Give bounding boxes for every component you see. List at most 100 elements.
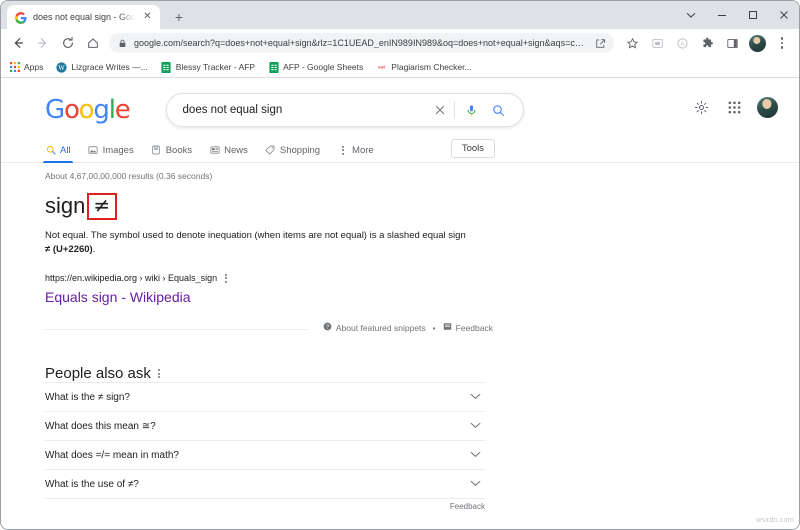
snippet-heading-prefix: sign	[45, 193, 85, 219]
tab-label: All	[60, 145, 71, 156]
tab-label: Shopping	[280, 145, 320, 156]
bookmark-label: AFP - Google Sheets	[283, 62, 363, 72]
chevron-down-icon[interactable]	[470, 479, 481, 489]
logo-letter: G	[45, 97, 64, 123]
paa-heading: People also ask	[45, 365, 485, 382]
help-circle-icon: ?	[323, 322, 332, 333]
book-icon	[151, 145, 162, 156]
google-favicon	[15, 11, 27, 23]
tab-news[interactable]: News	[209, 138, 248, 163]
window-controls	[675, 1, 799, 29]
tab-books[interactable]: Books	[151, 138, 192, 163]
snippet-body-bold: ≠ (U+2260)	[45, 244, 93, 255]
account-avatar[interactable]	[757, 97, 777, 117]
bookmark-afp-google-sheets[interactable]: AFP - Google Sheets	[268, 62, 363, 73]
back-icon[interactable]	[6, 31, 30, 55]
chrome-window-frame: does not equal sign - Google Se ✕ +	[0, 0, 800, 530]
google-header-actions	[691, 97, 777, 117]
google-apps-grid-icon[interactable]	[724, 97, 744, 117]
google-search-page: Google does not equal sign	[1, 79, 799, 529]
bookmark-apps[interactable]: Apps	[9, 62, 43, 73]
paa-question-row[interactable]: What is the use of ≠?	[45, 469, 485, 498]
profile-avatar[interactable]	[745, 31, 769, 55]
feedback-flag-icon	[443, 322, 452, 333]
result-options-kebab-icon[interactable]	[225, 274, 227, 283]
bookmark-star-icon[interactable]	[620, 31, 644, 55]
tab-label: News	[224, 145, 248, 156]
tab-label: Images	[103, 145, 134, 156]
gear-icon[interactable]	[691, 97, 711, 117]
chevron-down-icon[interactable]	[470, 421, 481, 431]
extensions-puzzle-icon[interactable]	[695, 31, 719, 55]
share-icon[interactable]	[594, 37, 606, 49]
reload-icon[interactable]	[56, 31, 80, 55]
svg-text:?: ?	[326, 325, 329, 331]
search-box[interactable]: does not equal sign	[166, 93, 524, 127]
feedback-link[interactable]: Feedback	[443, 322, 493, 333]
close-icon[interactable]	[768, 1, 799, 29]
paa-question-text: What is the use of ≠?	[45, 479, 139, 490]
new-tab-button[interactable]: +	[168, 6, 190, 28]
search-input[interactable]: does not equal sign	[183, 104, 430, 116]
tab-all[interactable]: All	[45, 138, 71, 163]
maximize-icon[interactable]	[737, 1, 768, 29]
media-cast-icon[interactable]	[645, 31, 669, 55]
tab-close-icon[interactable]: ✕	[141, 11, 154, 24]
about-featured-snippets-link[interactable]: ? About featured snippets	[323, 322, 426, 333]
snippet-body-text: Not equal. The symbol used to denote ine…	[45, 230, 466, 241]
search-results: About 4,67,00,00,000 results (0.36 secon…	[1, 163, 501, 511]
paa-question-text: What does this mean ≅?	[45, 421, 156, 432]
bookmark-label: Lizgrace Writes —...	[71, 62, 147, 72]
google-logo[interactable]: Google	[45, 97, 130, 123]
search-divider	[454, 101, 455, 119]
snippet-highlight-box: ≠	[87, 193, 117, 220]
paa-question-row[interactable]: What does =/= mean in math?	[45, 440, 485, 469]
paa-title: People also ask	[45, 365, 151, 382]
watermark: wsxdn.com	[756, 517, 794, 524]
address-bar[interactable]: google.com/search?q=does+not+equal+sign&…	[109, 33, 614, 53]
google-header: Google does not equal sign	[1, 79, 799, 127]
search-icon[interactable]	[489, 100, 509, 120]
clear-x-icon[interactable]	[430, 100, 450, 120]
paa-options-kebab-icon[interactable]	[158, 369, 160, 378]
browser-toolbar: google.com/search?q=does+not+equal+sign&…	[1, 29, 799, 57]
chrome-menu-icon[interactable]	[770, 31, 794, 55]
result-breadcrumb[interactable]: https://en.wikipedia.org › wiki › Equals…	[45, 273, 501, 283]
google-sheets-icon	[268, 62, 279, 73]
paa-question-text: What does =/= mean in math?	[45, 450, 179, 461]
paa-question-row[interactable]: What does this mean ≅?	[45, 411, 485, 440]
bookmark-plagiarism-checker[interactable]: sst Plagiarism Checker...	[376, 62, 471, 73]
tab-images[interactable]: Images	[88, 138, 134, 163]
logo-letter: o	[79, 97, 94, 123]
paa-question-row[interactable]: What is the ≠ sign?	[45, 382, 485, 411]
logo-letter: e	[115, 97, 130, 123]
image-icon	[88, 145, 99, 156]
bookmarks-bar: Apps W Lizgrace Writes —... Blessy Track…	[1, 57, 799, 78]
side-panel-icon[interactable]	[720, 31, 744, 55]
tab-more[interactable]: More	[337, 138, 374, 163]
paa-question-text: What is the ≠ sign?	[45, 392, 130, 403]
chevron-down-icon[interactable]	[470, 450, 481, 460]
tools-button[interactable]: Tools	[451, 139, 495, 158]
microphone-icon[interactable]	[462, 100, 482, 120]
snippet-footer: ? About featured snippets • Feedback	[45, 322, 501, 336]
forward-icon[interactable]	[31, 31, 55, 55]
bookmark-lizgrace-writes[interactable]: W Lizgrace Writes —...	[56, 62, 147, 73]
chevron-down-icon[interactable]	[470, 392, 481, 402]
tab-shopping[interactable]: Shopping	[265, 138, 320, 163]
browser-tab[interactable]: does not equal sign - Google Se ✕	[7, 5, 160, 29]
footer-divider	[45, 329, 308, 330]
search-filter-tabs: All Images Books	[1, 138, 799, 163]
paa-feedback-link[interactable]: Feedback	[450, 502, 485, 511]
about-label: About featured snippets	[336, 323, 426, 333]
svg-text:sst: sst	[378, 65, 385, 71]
people-also-ask: People also ask What is the ≠ sign? What…	[45, 365, 485, 511]
home-icon[interactable]	[81, 31, 105, 55]
result-title-link[interactable]: Equals sign - Wikipedia	[45, 288, 501, 306]
news-icon	[209, 145, 220, 156]
minimize-icon[interactable]	[706, 1, 737, 29]
collapse-chevron-icon[interactable]	[675, 1, 706, 29]
adblock-icon[interactable]: A	[670, 31, 694, 55]
feedback-label: Feedback	[456, 323, 493, 333]
bookmark-blessy-tracker[interactable]: Blessy Tracker - AFP	[161, 62, 255, 73]
